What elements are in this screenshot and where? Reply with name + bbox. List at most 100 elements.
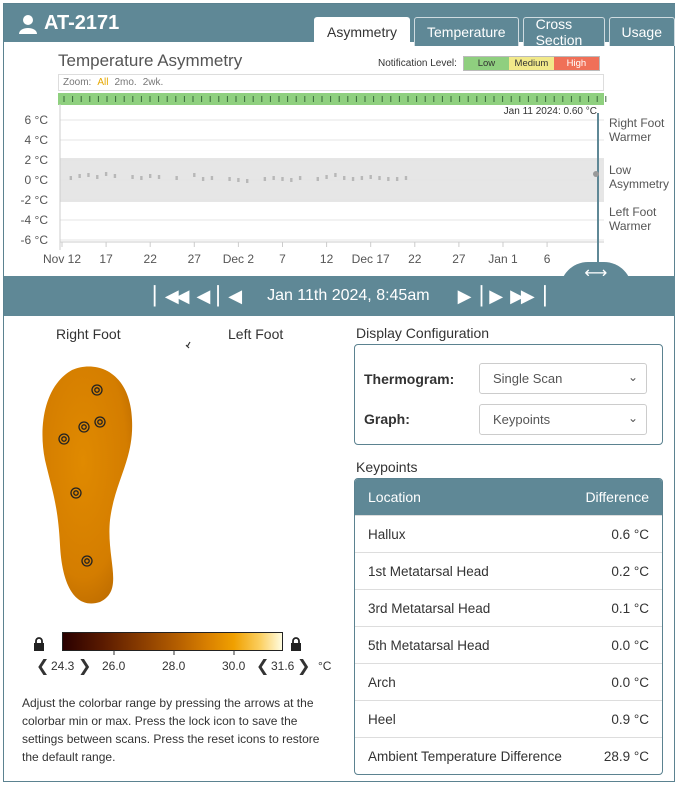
y-tick-label: -6 °C	[21, 233, 49, 247]
x-tick-label: 22	[144, 252, 158, 266]
data-point	[360, 176, 364, 180]
side-label-right-foot: Right Foot	[609, 116, 665, 130]
y-axis-ticks: 6 °C 4 °C 2 °C 0 °C -2 °C -4 °C -6 °C	[21, 113, 49, 247]
colorbar-max-decrease[interactable]: ❮	[256, 656, 269, 676]
data-point	[148, 174, 152, 178]
thermogram-label: Thermogram:	[364, 371, 455, 387]
x-tick-label: 27	[188, 252, 202, 266]
data-point	[369, 175, 372, 179]
right-foot-thermogram	[42, 366, 133, 604]
data-point	[325, 175, 328, 179]
colorbar-min-decrease[interactable]: ❮	[36, 656, 49, 676]
left-foot-thermogram-fragment	[185, 341, 191, 349]
x-tick-label: 27	[452, 252, 466, 266]
side-label-warmer-2: Warmer	[609, 219, 651, 233]
data-point	[113, 174, 117, 178]
data-point	[157, 175, 161, 179]
data-point	[263, 177, 267, 181]
data-point	[343, 176, 346, 180]
data-point	[228, 177, 231, 181]
x-tick-label: Jan 1	[488, 252, 518, 266]
data-point	[237, 178, 240, 182]
data-point	[272, 176, 275, 180]
data-point	[298, 176, 302, 180]
scan-navigation-bar: ▏◀◀ ◀ ▏◀ Jan 11th 2024, 8:45am ▶▕ ▶ ▶▶▕	[4, 276, 675, 316]
table-row: Arch 0.0 °C	[355, 663, 662, 700]
table-row: Heel 0.9 °C	[355, 700, 662, 737]
chart-side-labels: Right Foot Warmer Low Asymmetry Left Foo…	[609, 116, 669, 233]
row-location: Ambient Temperature Difference	[368, 748, 562, 764]
data-point	[281, 177, 284, 181]
display-config-panel: Thermogram: Single Scan ⌄ Graph: Keypoin…	[354, 344, 663, 445]
side-label-asymmetry: Asymmetry	[609, 177, 669, 191]
colorbar-tick-28: 28.0	[162, 659, 186, 673]
row-location: Arch	[368, 674, 396, 690]
data-point	[351, 177, 355, 181]
row-difference: 0.0 °C	[611, 674, 649, 690]
graph-select[interactable]: Keypoints ⌄	[479, 404, 647, 435]
data-point	[175, 176, 178, 180]
data-point	[78, 174, 81, 178]
lock-min-icon[interactable]	[33, 637, 45, 654]
table-row: 1st Metatarsal Head 0.2 °C	[355, 552, 662, 589]
x-tick-label: Nov 12	[43, 252, 81, 266]
table-row: Ambient Temperature Difference 28.9 °C	[355, 737, 662, 774]
y-tick-label: 6 °C	[25, 113, 49, 127]
chart-tooltip: Jan 11 2024: 0.60 °C	[504, 106, 597, 117]
data-point	[210, 176, 214, 180]
previous-day-icon[interactable]: ▏◀	[217, 286, 242, 307]
colorbar-help-text: Adjust the colorbar range by pressing th…	[22, 696, 320, 764]
data-point	[69, 176, 73, 180]
data-point	[246, 179, 249, 183]
next-scan-icon[interactable]: ▶	[489, 286, 503, 307]
data-point	[87, 173, 90, 177]
graph-label: Graph:	[364, 411, 410, 427]
x-tick-label: 12	[320, 252, 334, 266]
data-point	[201, 177, 205, 181]
y-tick-label: 0 °C	[25, 173, 49, 187]
colorbar-max-increase[interactable]: ❯	[297, 656, 310, 676]
selected-point	[593, 171, 599, 177]
asymmetry-chart[interactable]: 6 °C 4 °C 2 °C 0 °C -2 °C -4 °C -6 °C Nov 12 17…	[0, 0, 679, 276]
lock-max-icon[interactable]	[290, 637, 302, 654]
data-point	[193, 173, 196, 177]
thermogram-image[interactable]	[0, 330, 340, 620]
row-location: 5th Metatarsal Head	[368, 637, 490, 653]
x-tick-label: 17	[99, 252, 113, 266]
y-tick-label: 4 °C	[25, 133, 49, 147]
row-difference: 28.9 °C	[603, 748, 649, 764]
x-tick-label: 22	[408, 252, 422, 266]
x-tick-label: Dec 2	[223, 252, 255, 266]
next-day-icon[interactable]: ▶▕	[458, 286, 483, 307]
x-tick-label: 6	[544, 252, 551, 266]
colorbar-ticks	[113, 650, 235, 655]
keypoints-header: Location Difference	[355, 479, 662, 515]
row-location: 1st Metatarsal Head	[368, 563, 489, 579]
scan-date: Jan 11th 2024, 8:45am	[267, 287, 430, 304]
data-point	[387, 177, 390, 181]
x-tick-label: Dec 17	[352, 252, 390, 266]
data-point	[104, 172, 108, 176]
graph-value: Keypoints	[493, 412, 551, 427]
previous-scan-icon[interactable]: ◀	[197, 286, 211, 307]
col-location: Location	[368, 489, 421, 505]
colorbar-unit: °C	[318, 659, 332, 673]
last-scan-icon[interactable]: ▶▶▕	[510, 286, 545, 307]
colorbar-max-value: 31.6	[271, 659, 295, 673]
x-tick-label: 7	[279, 252, 286, 266]
first-scan-icon[interactable]: ▏◀◀	[154, 286, 189, 307]
col-difference: Difference	[585, 489, 649, 505]
chevron-down-icon: ⌄	[627, 370, 638, 384]
y-tick-label: 2 °C	[25, 153, 49, 167]
colorbar-min-increase[interactable]: ❯	[78, 656, 91, 676]
thermogram-select[interactable]: Single Scan ⌄	[479, 363, 647, 394]
table-row: Hallux 0.6 °C	[355, 515, 662, 552]
row-difference: 0.1 °C	[611, 600, 649, 616]
data-point	[378, 176, 381, 180]
row-location: Heel	[368, 711, 396, 727]
row-difference: 0.6 °C	[611, 526, 649, 542]
data-point	[395, 177, 399, 181]
colorbar-min-value: 24.3	[51, 659, 75, 673]
data-point	[404, 176, 408, 180]
chevron-down-icon: ⌄	[627, 411, 638, 425]
